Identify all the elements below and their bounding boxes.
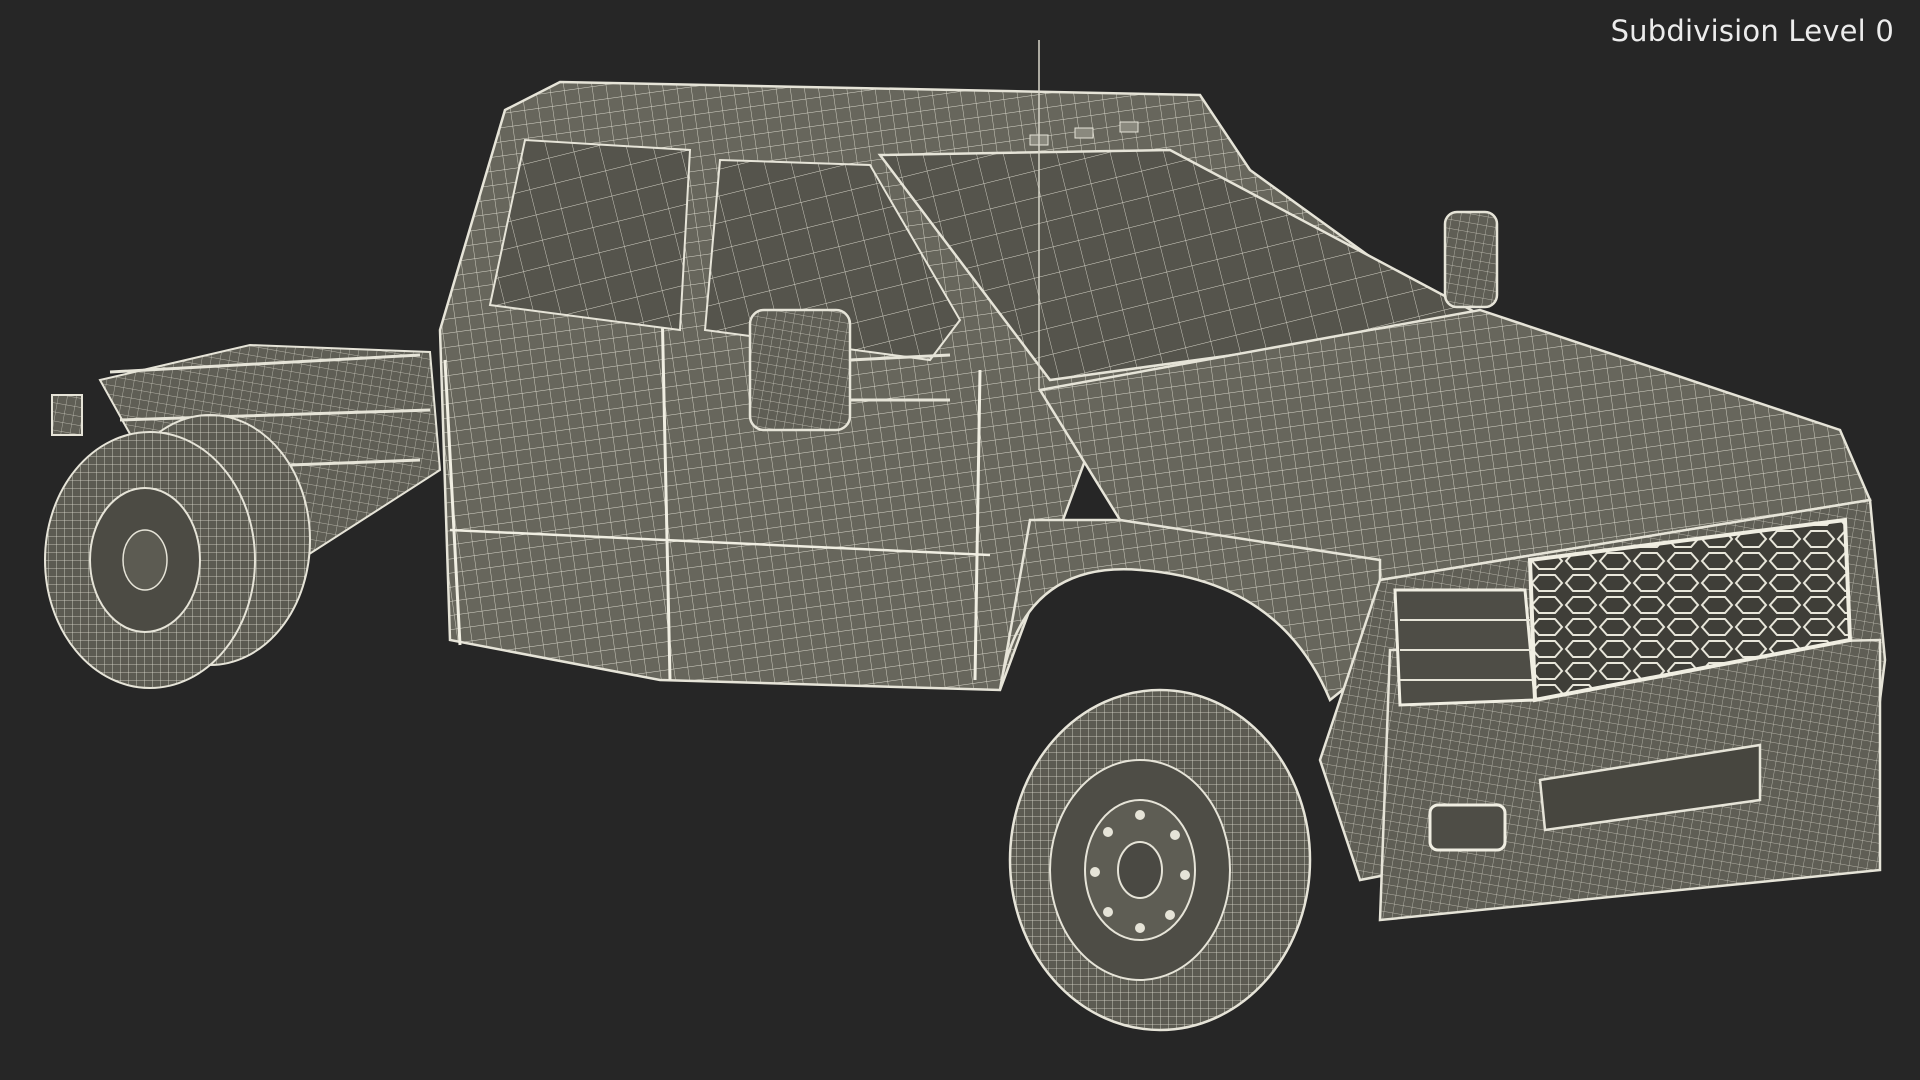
side-mirror-right [1443,210,1499,309]
fog-light [1428,803,1507,852]
render-viewport: Subdivision Level 0 [0,0,1920,1080]
rear-dual-wheel [44,414,311,689]
front-wheel [1008,688,1312,1032]
subdivision-level-label: Subdivision Level 0 [1610,14,1894,48]
truck-wireframe-model [44,40,1887,1032]
headlight [1393,588,1537,707]
